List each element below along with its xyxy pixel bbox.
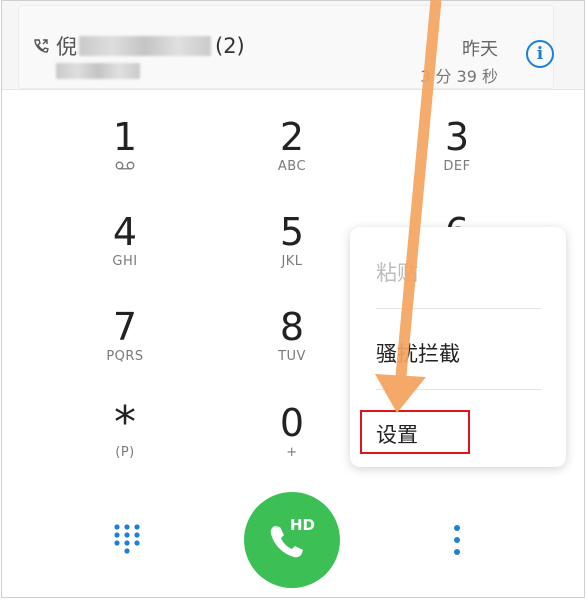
key-letters: TUV xyxy=(278,349,306,364)
key-letters: (P) xyxy=(115,445,135,460)
hd-label: HD xyxy=(290,516,316,534)
key-1[interactable]: 1 xyxy=(65,117,185,197)
key-letters: GHI xyxy=(112,254,138,269)
key-digit: 3 xyxy=(444,115,470,159)
key-star[interactable]: * (P) xyxy=(65,397,185,483)
call-date: 昨天 xyxy=(462,39,498,60)
key-letters: JKL xyxy=(281,254,303,269)
key-0[interactable]: 0 + xyxy=(232,403,352,483)
key-digit: 0 xyxy=(279,401,305,445)
key-digit: 5 xyxy=(279,210,305,254)
key-digit: 1 xyxy=(112,115,138,159)
key-7[interactable]: 7 PQRS xyxy=(65,307,185,387)
key-digit: 7 xyxy=(112,305,138,349)
call-button[interactable]: HD xyxy=(244,492,340,588)
settings-highlight-box xyxy=(360,410,470,454)
menu-item-harassment-block[interactable]: 骚扰拦截 xyxy=(376,338,460,368)
key-3[interactable]: 3 DEF xyxy=(397,117,517,197)
key-digit: 4 xyxy=(112,210,138,254)
call-duration: 3 分 39 秒 xyxy=(420,67,498,86)
contact-name-redacted xyxy=(79,36,211,56)
dialer-screen: 倪 (2) 昨天 3 分 39 秒 i 1 2 ABC 3 DEF 4 GHI … xyxy=(1,0,585,598)
key-letters: DEF xyxy=(443,159,471,174)
more-vertical-icon[interactable] xyxy=(450,523,464,557)
call-count: (2) xyxy=(215,34,245,58)
contact-name-first: 倪 xyxy=(56,35,77,59)
key-5[interactable]: 5 JKL xyxy=(232,212,352,292)
key-letters: + xyxy=(286,445,298,460)
menu-divider xyxy=(376,308,541,309)
key-2[interactable]: 2 ABC xyxy=(232,117,352,197)
info-icon[interactable]: i xyxy=(526,40,554,68)
key-digit: 8 xyxy=(279,305,305,349)
menu-divider xyxy=(376,389,541,390)
contact-number-redacted xyxy=(56,63,140,83)
menu-item-paste[interactable]: 粘贴 xyxy=(376,257,418,287)
key-8[interactable]: 8 TUV xyxy=(232,307,352,387)
key-letters: ABC xyxy=(277,159,307,174)
key-digit: * xyxy=(114,397,136,448)
key-digit: 2 xyxy=(279,115,305,159)
call-outgoing-icon xyxy=(34,39,49,53)
contact-name: 倪 (2) xyxy=(56,31,245,61)
key-letters: PQRS xyxy=(106,349,144,364)
dialpad-icon[interactable] xyxy=(113,523,141,555)
key-4[interactable]: 4 GHI xyxy=(65,212,185,292)
voicemail-icon xyxy=(115,161,135,170)
